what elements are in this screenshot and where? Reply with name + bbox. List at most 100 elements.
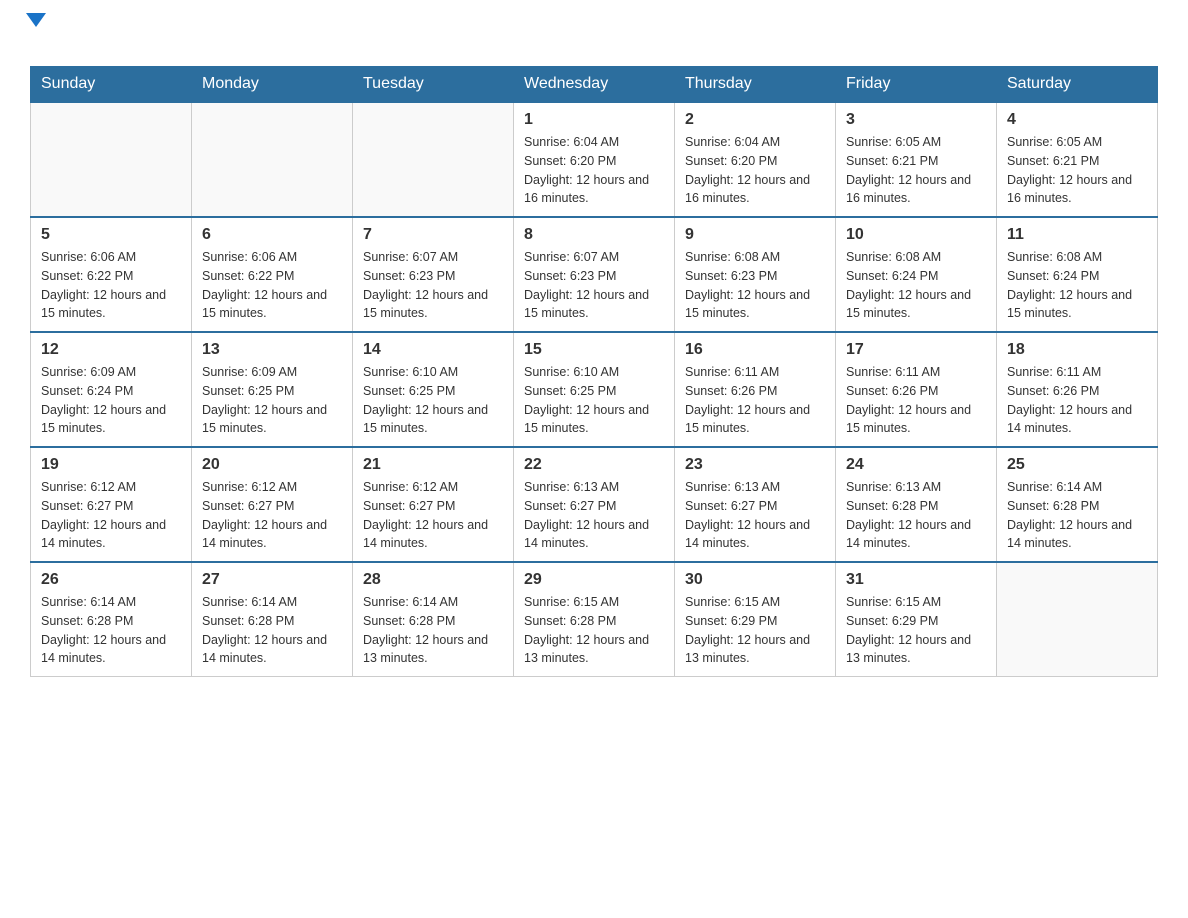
day-info: Sunrise: 6:14 AMSunset: 6:28 PMDaylight:… [1007, 478, 1147, 553]
calendar-cell: 19 Sunrise: 6:12 AMSunset: 6:27 PMDayligh… [31, 447, 192, 562]
day-info: Sunrise: 6:13 AMSunset: 6:28 PMDaylight:… [846, 478, 986, 553]
calendar-cell [353, 102, 514, 217]
weekday-header-monday: Monday [192, 67, 353, 103]
day-number: 18 [1007, 341, 1147, 359]
day-number: 3 [846, 111, 986, 129]
calendar-cell: 27 Sunrise: 6:14 AMSunset: 6:28 PMDayligh… [192, 562, 353, 677]
day-info: Sunrise: 6:14 AMSunset: 6:28 PMDaylight:… [202, 593, 342, 668]
day-number: 2 [685, 111, 825, 129]
day-number: 7 [363, 226, 503, 244]
calendar-cell: 25 Sunrise: 6:14 AMSunset: 6:28 PMDayligh… [997, 447, 1158, 562]
calendar-cell: 7 Sunrise: 6:07 AMSunset: 6:23 PMDaylight… [353, 217, 514, 332]
day-info: Sunrise: 6:14 AMSunset: 6:28 PMDaylight:… [363, 593, 503, 668]
day-info: Sunrise: 6:04 AMSunset: 6:20 PMDaylight:… [524, 133, 664, 208]
day-info: Sunrise: 6:09 AMSunset: 6:24 PMDaylight:… [41, 363, 181, 438]
calendar-cell: 5Sunrise: 6:06 AMSunset: 6:22 PMDaylight… [31, 217, 192, 332]
week-row-2: 5Sunrise: 6:06 AMSunset: 6:22 PMDaylight… [31, 217, 1158, 332]
day-number: 14 [363, 341, 503, 359]
calendar-cell: 23 Sunrise: 6:13 AMSunset: 6:27 PMDayligh… [675, 447, 836, 562]
day-info: Sunrise: 6:11 AMSunset: 6:26 PMDaylight:… [685, 363, 825, 438]
calendar-cell [192, 102, 353, 217]
calendar-cell: 30Sunrise: 6:15 AMSunset: 6:29 PMDayligh… [675, 562, 836, 677]
weekday-header-sunday: Sunday [31, 67, 192, 103]
calendar-cell: 22 Sunrise: 6:13 AMSunset: 6:27 PMDayligh… [514, 447, 675, 562]
day-info: Sunrise: 6:15 AMSunset: 6:28 PMDaylight:… [524, 593, 664, 668]
day-info: Sunrise: 6:08 AMSunset: 6:24 PMDaylight:… [1007, 248, 1147, 323]
day-info: Sunrise: 6:06 AMSunset: 6:22 PMDaylight:… [41, 248, 181, 323]
day-number: 17 [846, 341, 986, 359]
calendar-cell: 18 Sunrise: 6:11 AMSunset: 6:26 PMDayligh… [997, 332, 1158, 447]
weekday-header-row: SundayMondayTuesdayWednesdayThursdayFrid… [31, 67, 1158, 103]
day-info: Sunrise: 6:05 AMSunset: 6:21 PMDaylight:… [1007, 133, 1147, 208]
day-number: 15 [524, 341, 664, 359]
day-number: 28 [363, 571, 503, 589]
day-info: Sunrise: 6:08 AMSunset: 6:24 PMDaylight:… [846, 248, 986, 323]
calendar-cell: 9Sunrise: 6:08 AMSunset: 6:23 PMDaylight… [675, 217, 836, 332]
day-info: Sunrise: 6:12 AMSunset: 6:27 PMDaylight:… [202, 478, 342, 553]
calendar-cell: 10Sunrise: 6:08 AMSunset: 6:24 PMDayligh… [836, 217, 997, 332]
day-number: 13 [202, 341, 342, 359]
day-info: Sunrise: 6:12 AMSunset: 6:27 PMDaylight:… [41, 478, 181, 553]
calendar-cell: 8 Sunrise: 6:07 AMSunset: 6:23 PMDaylight… [514, 217, 675, 332]
calendar-cell: 12 Sunrise: 6:09 AMSunset: 6:24 PMDayligh… [31, 332, 192, 447]
logo [30, 20, 46, 46]
calendar-cell: 4 Sunrise: 6:05 AMSunset: 6:21 PMDaylight… [997, 102, 1158, 217]
calendar-cell: 31 Sunrise: 6:15 AMSunset: 6:29 PMDayligh… [836, 562, 997, 677]
calendar-cell: 21 Sunrise: 6:12 AMSunset: 6:27 PMDayligh… [353, 447, 514, 562]
week-row-1: 1 Sunrise: 6:04 AMSunset: 6:20 PMDaylight… [31, 102, 1158, 217]
day-number: 1 [524, 111, 664, 129]
calendar-cell: 14 Sunrise: 6:10 AMSunset: 6:25 PMDayligh… [353, 332, 514, 447]
day-info: Sunrise: 6:07 AMSunset: 6:23 PMDaylight:… [363, 248, 503, 323]
day-info: Sunrise: 6:13 AMSunset: 6:27 PMDaylight:… [524, 478, 664, 553]
day-number: 22 [524, 456, 664, 474]
day-info: Sunrise: 6:11 AMSunset: 6:26 PMDaylight:… [1007, 363, 1147, 438]
day-number: 12 [41, 341, 181, 359]
calendar-cell: 29 Sunrise: 6:15 AMSunset: 6:28 PMDayligh… [514, 562, 675, 677]
day-number: 26 [41, 571, 181, 589]
calendar-cell: 17Sunrise: 6:11 AMSunset: 6:26 PMDayligh… [836, 332, 997, 447]
week-row-5: 26 Sunrise: 6:14 AMSunset: 6:28 PMDayligh… [31, 562, 1158, 677]
calendar-cell [31, 102, 192, 217]
calendar-cell: 13Sunrise: 6:09 AMSunset: 6:25 PMDayligh… [192, 332, 353, 447]
day-number: 29 [524, 571, 664, 589]
day-number: 19 [41, 456, 181, 474]
day-number: 4 [1007, 111, 1147, 129]
day-number: 31 [846, 571, 986, 589]
calendar-cell: 11 Sunrise: 6:08 AMSunset: 6:24 PMDayligh… [997, 217, 1158, 332]
day-info: Sunrise: 6:10 AMSunset: 6:25 PMDaylight:… [363, 363, 503, 438]
calendar-cell: 2 Sunrise: 6:04 AMSunset: 6:20 PMDaylight… [675, 102, 836, 217]
day-number: 21 [363, 456, 503, 474]
weekday-header-tuesday: Tuesday [353, 67, 514, 103]
day-number: 27 [202, 571, 342, 589]
day-info: Sunrise: 6:08 AMSunset: 6:23 PMDaylight:… [685, 248, 825, 323]
calendar-cell: 20 Sunrise: 6:12 AMSunset: 6:27 PMDayligh… [192, 447, 353, 562]
week-row-4: 19 Sunrise: 6:12 AMSunset: 6:27 PMDayligh… [31, 447, 1158, 562]
week-row-3: 12 Sunrise: 6:09 AMSunset: 6:24 PMDayligh… [31, 332, 1158, 447]
day-number: 23 [685, 456, 825, 474]
day-number: 20 [202, 456, 342, 474]
weekday-header-friday: Friday [836, 67, 997, 103]
calendar-cell: 28 Sunrise: 6:14 AMSunset: 6:28 PMDayligh… [353, 562, 514, 677]
logo-arrow-icon [26, 13, 46, 44]
day-number: 6 [202, 226, 342, 244]
day-info: Sunrise: 6:13 AMSunset: 6:27 PMDaylight:… [685, 478, 825, 553]
day-info: Sunrise: 6:05 AMSunset: 6:21 PMDaylight:… [846, 133, 986, 208]
weekday-header-thursday: Thursday [675, 67, 836, 103]
day-number: 11 [1007, 226, 1147, 244]
calendar-cell: 1 Sunrise: 6:04 AMSunset: 6:20 PMDaylight… [514, 102, 675, 217]
day-number: 8 [524, 226, 664, 244]
day-number: 25 [1007, 456, 1147, 474]
weekday-header-saturday: Saturday [997, 67, 1158, 103]
calendar-cell: 3 Sunrise: 6:05 AMSunset: 6:21 PMDaylight… [836, 102, 997, 217]
logo-text [30, 20, 46, 46]
day-number: 24 [846, 456, 986, 474]
day-info: Sunrise: 6:07 AMSunset: 6:23 PMDaylight:… [524, 248, 664, 323]
day-number: 16 [685, 341, 825, 359]
calendar-cell: 6 Sunrise: 6:06 AMSunset: 6:22 PMDaylight… [192, 217, 353, 332]
day-info: Sunrise: 6:04 AMSunset: 6:20 PMDaylight:… [685, 133, 825, 208]
day-info: Sunrise: 6:15 AMSunset: 6:29 PMDaylight:… [846, 593, 986, 668]
calendar-cell: 16 Sunrise: 6:11 AMSunset: 6:26 PMDayligh… [675, 332, 836, 447]
day-info: Sunrise: 6:12 AMSunset: 6:27 PMDaylight:… [363, 478, 503, 553]
day-info: Sunrise: 6:06 AMSunset: 6:22 PMDaylight:… [202, 248, 342, 323]
weekday-header-wednesday: Wednesday [514, 67, 675, 103]
